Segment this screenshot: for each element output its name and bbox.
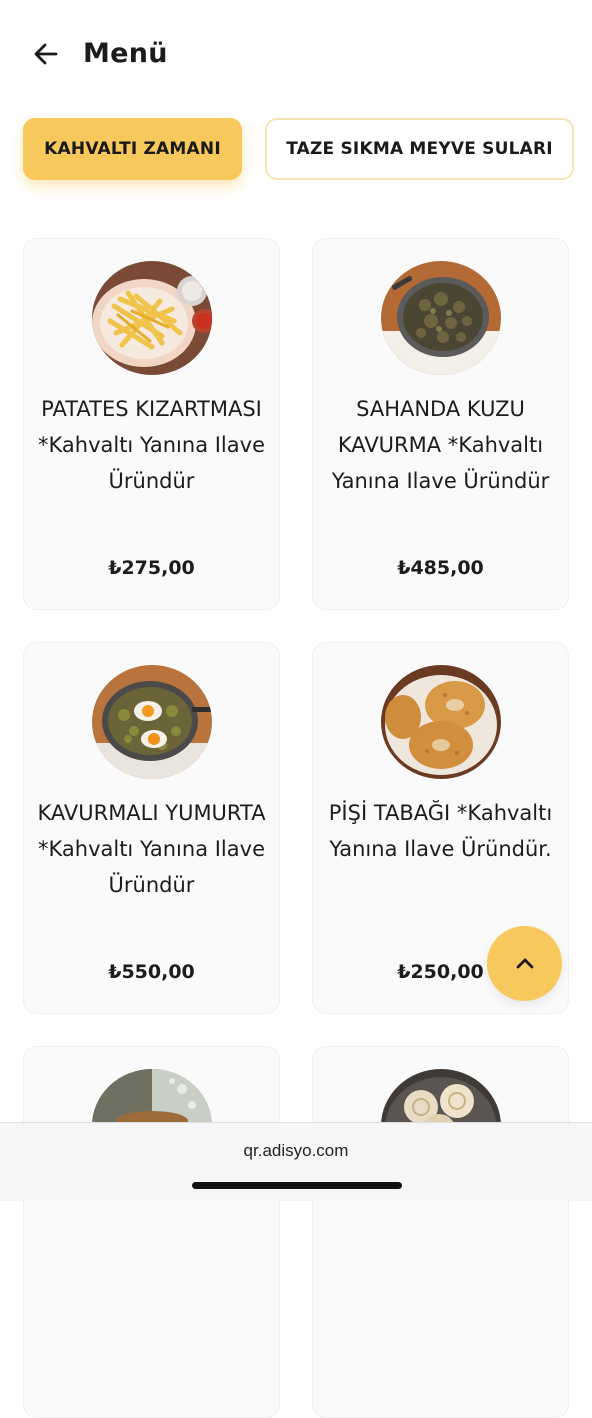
product-card[interactable]: KAVURMALI YUMURTA *Kahvaltı Yanına Ilave…	[23, 642, 280, 1014]
product-card[interactable]: SAHANDA KUZU KAVURMA *Kahvaltı Yanına Il…	[312, 238, 569, 610]
chevron-up-icon	[516, 958, 533, 968]
scroll-to-top-button[interactable]	[487, 926, 562, 1001]
browser-url-bar[interactable]: qr.adisyo.com	[0, 1122, 592, 1201]
pisi-fried-dough-photo	[381, 665, 501, 779]
product-name: PİŞİ TABAĞI *Kahvaltı Yanına Ilave Üründ…	[328, 801, 553, 861]
product-card[interactable]	[23, 1046, 280, 1418]
product-name: KAVURMALI YUMURTA *Kahvaltı Yanına Ilave…	[37, 801, 266, 897]
lamb-kavurma-pan-photo	[381, 261, 501, 375]
product-price: ₺550,00	[108, 961, 195, 983]
product-name: PATATES KIZARTMASI *Kahvaltı Yanına Ilav…	[37, 397, 265, 493]
eggs-with-kavurma-pan-photo	[92, 665, 212, 779]
product-grid: PATATES KIZARTMASI *Kahvaltı Yanına Ilav…	[0, 0, 592, 1418]
product-price: ₺275,00	[108, 557, 195, 579]
product-card[interactable]	[312, 1046, 569, 1418]
product-card[interactable]: PATATES KIZARTMASI *Kahvaltı Yanına Ilav…	[23, 238, 280, 610]
home-indicator[interactable]	[192, 1182, 402, 1189]
french-fries-photo	[92, 261, 212, 375]
url-text[interactable]: qr.adisyo.com	[0, 1141, 592, 1161]
product-price: ₺485,00	[397, 557, 484, 579]
product-name: SAHANDA KUZU KAVURMA *Kahvaltı Yanına Il…	[331, 397, 550, 493]
